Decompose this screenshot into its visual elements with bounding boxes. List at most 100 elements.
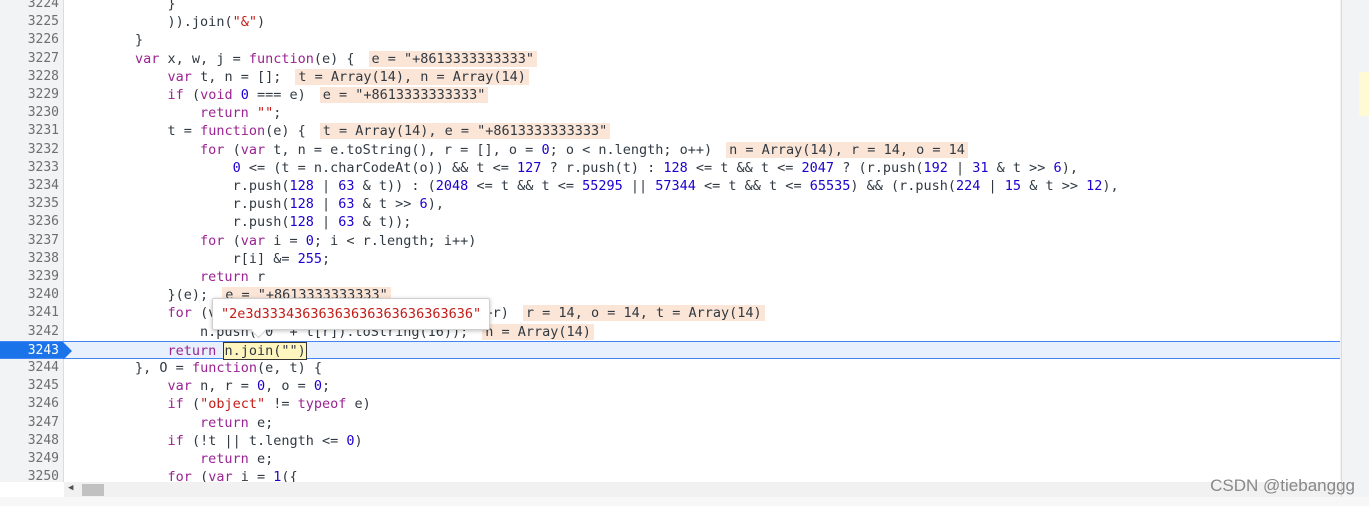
code-line[interactable]: 3234 r.push(128 | 63 & t)) : (2048 <= t … <box>0 177 1340 196</box>
line-number[interactable]: 3234 <box>0 177 64 196</box>
code-token: 57344 <box>655 178 696 194</box>
code-token: (e) { <box>313 50 355 67</box>
code-editor[interactable]: 3224 } 3225 )).join("&") 3226 } 3227 var x,… <box>0 0 1340 482</box>
code-line[interactable]: 3242 n.push("0" + t[r]).toString(16)); n … <box>0 322 1340 341</box>
code-token: for <box>167 305 192 322</box>
line-number[interactable]: 3229 <box>0 86 64 105</box>
line-number[interactable]: 3239 <box>0 268 64 287</box>
code-token: 224 <box>956 178 981 194</box>
code-text: if (void 0 === e) e = "+8613333333333" <box>70 86 489 104</box>
line-number[interactable]: 3227 <box>0 49 64 68</box>
code-token: 15 <box>1004 178 1022 194</box>
code-token: e) <box>346 396 371 413</box>
code-line[interactable]: 3231 t = function(e) {t = Array(14), e =… <box>0 122 1340 141</box>
code-token: (e) { <box>265 123 306 140</box>
line-number[interactable]: 3235 <box>0 195 64 214</box>
code-line[interactable]: 3239 return r <box>0 268 1340 287</box>
line-number[interactable]: 3247 <box>0 413 64 432</box>
line-number[interactable]: 3228 <box>0 67 64 86</box>
code-line[interactable]: 3229 if (void 0 === e) e = "+861333333333… <box>0 86 1340 105</box>
line-number[interactable]: 3246 <box>0 395 64 414</box>
code-token: ; <box>322 378 331 395</box>
line-number[interactable]: 3225 <box>0 13 64 32</box>
code-token: 128 <box>663 159 688 176</box>
line-number[interactable]: 3245 <box>0 377 64 396</box>
code-token: 255 <box>297 250 322 267</box>
line-number[interactable]: 3249 <box>0 450 64 469</box>
code-token: ) && (r.push( <box>850 178 957 194</box>
horizontal-scroll-thumb[interactable] <box>82 484 104 496</box>
code-token: 0 <box>346 432 355 449</box>
code-token: r.push( <box>232 196 290 213</box>
line-number[interactable]: 3242 <box>0 322 64 341</box>
code-line[interactable]: 3249 return e; <box>0 450 1340 469</box>
code-line[interactable]: 3246 if ("object" != typeof e) <box>0 395 1340 414</box>
code-line[interactable]: 3245 var n, r = 0, o = 0; <box>0 377 1340 396</box>
code-text: r[i] &= 255; <box>70 250 331 268</box>
line-number[interactable]: 3231 <box>0 122 64 141</box>
line-number[interactable]: 3248 <box>0 431 64 450</box>
code-token: r.push( <box>232 214 290 231</box>
code-line[interactable]: 3244 }, O = function(e, t) { <box>0 359 1340 378</box>
code-line[interactable]: 3250 for (var i = 1({ <box>0 468 1340 482</box>
line-number[interactable]: 3250 <box>0 468 64 482</box>
line-number[interactable]: 3238 <box>0 249 64 268</box>
inline-variable-value: r = 14, o = 14, t = Array(14) <box>522 305 765 322</box>
code-text: r.push(128 | 63 & t >> 6), <box>70 195 444 213</box>
code-token: i = <box>232 469 274 482</box>
horizontal-scrollbar[interactable]: ◀ <box>64 482 1341 498</box>
code-line[interactable]: 3236 r.push(128 | 63 & t)); <box>0 213 1340 232</box>
code-line[interactable]: 3233 0 <= (t = n.charCodeAt(o)) && t <= … <box>0 158 1340 177</box>
code-token: if <box>167 396 184 413</box>
code-text: if ("object" != typeof e) <box>70 395 371 413</box>
line-number[interactable]: 3226 <box>0 31 64 50</box>
code-line[interactable]: 3237 for (var i = 0; i < r.length; i++) <box>0 231 1340 250</box>
current-execution-line[interactable]: 3243 return n.join("") <box>0 340 1340 361</box>
line-number[interactable]: 3236 <box>0 213 64 232</box>
code-line[interactable]: 3247 return e; <box>0 413 1340 432</box>
code-token: <= (t = n.charCodeAt(o)) && t <= <box>240 159 518 176</box>
code-line[interactable]: 3248 if (!t || t.length <= 0) <box>0 431 1340 450</box>
code-token: ( <box>224 141 241 158</box>
line-number[interactable]: 3241 <box>0 304 64 323</box>
line-number[interactable]: 3230 <box>0 104 64 123</box>
code-token: n, r = <box>191 378 257 395</box>
code-token: 128 <box>289 196 314 213</box>
watermark: CSDN @tiebanggg <box>1210 476 1355 495</box>
code-line[interactable]: 3232 for (var t, n = e.toString(), r = [… <box>0 140 1340 159</box>
breakpoint-line-number[interactable]: 3243 <box>0 341 72 361</box>
line-number[interactable]: 3237 <box>0 231 64 250</box>
code-line[interactable]: 3224 } <box>0 0 1340 14</box>
code-token: "" <box>256 105 274 122</box>
code-token: return <box>200 414 249 431</box>
code-text: t = function(e) {t = Array(14), e = "+86… <box>70 122 611 140</box>
line-number[interactable]: 3233 <box>0 158 64 177</box>
code-token: ( <box>183 396 201 413</box>
code-token: ? (r.push( <box>834 159 924 176</box>
code-token: & t)); <box>354 214 412 231</box>
code-line[interactable]: 3227 var x, w, j = function(e) {e = "+86… <box>0 49 1340 68</box>
line-number[interactable]: 3240 <box>0 286 64 305</box>
line-number[interactable]: 3232 <box>0 140 64 159</box>
code-line[interactable]: 3230 return ""; <box>0 104 1340 123</box>
line-number[interactable]: 3244 <box>0 359 64 378</box>
code-line[interactable]: 3228 var t, n = []; t = Array(14), n = Ar… <box>0 67 1340 86</box>
code-line[interactable]: 3238 r[i] &= 255; <box>0 249 1340 268</box>
code-line[interactable]: 3235 r.push(128 | 63 & t >> 6), <box>0 195 1340 214</box>
code-line[interactable]: 3241 for (v +r) r = 14, o = 14, t = Array… <box>0 304 1340 323</box>
code-line[interactable]: 3225 )).join("&") <box>0 13 1340 32</box>
code-token: }, O = <box>135 360 192 376</box>
code-line[interactable]: 3240 }(e); e = "+8613333333333" <box>0 286 1340 305</box>
code-token: <= t && t <= <box>468 178 583 194</box>
code-token: 6 <box>419 196 428 213</box>
scroll-left-icon[interactable]: ◀ <box>68 483 73 493</box>
line-number[interactable]: 3224 <box>0 0 64 14</box>
code-line[interactable]: 3226 } <box>0 31 1340 50</box>
code-token: }(e); <box>167 287 209 304</box>
